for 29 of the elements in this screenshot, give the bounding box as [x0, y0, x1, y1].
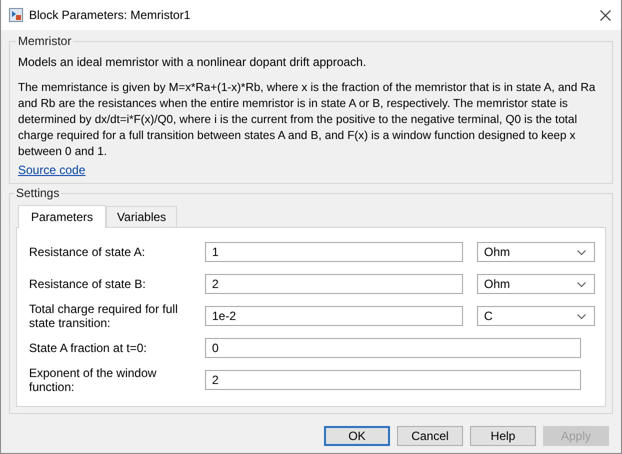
parameter-label: State A fraction at t=0:: [29, 341, 148, 355]
dialog-button[interactable]: Cancel: [397, 426, 463, 446]
value-field[interactable]: 2: [205, 370, 581, 390]
value-field[interactable]: 1: [205, 242, 463, 262]
window-title: Block Parameters: Memristor1: [29, 8, 192, 22]
unit-dropdown[interactable]: Ohm: [477, 274, 595, 294]
value-field[interactable]: 2: [205, 274, 463, 294]
chevron-icon: [577, 314, 586, 318]
description-text: The memristance is given by M=x*Ra+(1-x)*Rb, where x is the fraction of the memristor that is in state A, and Ra and Rb are the resistances when the entire memristor is in state A or B, respectively. The memristor state is determined by dx/dt=i*F(x)/Q0, where i is the current from the positive to the negative terminal, Q0 is the total charge required for a full transition between states A and B, and F(x) is a window function designed to keep x between 0 and 1.: [18, 80, 596, 160]
close-icon[interactable]: [600, 10, 611, 20]
summary-text: Models an ideal memristor with a nonlinear dopant drift approach.: [18, 54, 368, 70]
block-icon: [9, 8, 23, 22]
chevron-icon: [577, 250, 586, 254]
tab[interactable]: Variables: [106, 206, 178, 227]
parameter-label: Resistance of state B:: [29, 277, 147, 291]
parameter-label: Total charge required for full state transition:: [29, 302, 179, 330]
value-field[interactable]: 1e-2: [205, 306, 463, 326]
group-title: Memristor: [17, 34, 72, 48]
chevron-icon: [577, 282, 586, 286]
parameter-label: Resistance of state A:: [29, 245, 146, 259]
parameter-label: Exponent of the window function:: [29, 366, 158, 394]
unit-dropdown[interactable]: C: [477, 306, 595, 326]
dialog-button[interactable]: OK: [324, 426, 390, 446]
tab[interactable]: Parameters: [18, 205, 106, 228]
value-field[interactable]: 0: [205, 338, 581, 358]
group-title: Settings: [15, 186, 60, 200]
source-code-link[interactable]: Source code: [18, 163, 86, 177]
dialog-button[interactable]: Help: [470, 426, 536, 446]
unit-dropdown[interactable]: Ohm: [477, 242, 595, 262]
